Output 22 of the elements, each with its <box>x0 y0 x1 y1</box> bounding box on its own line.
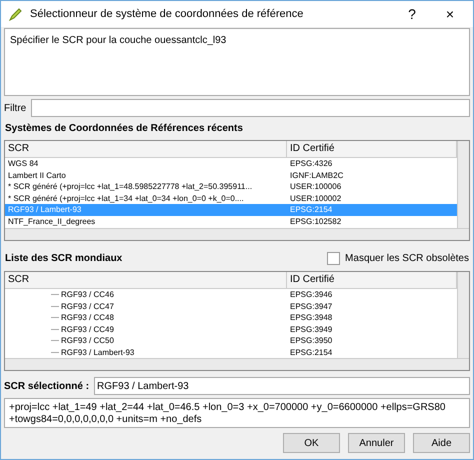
selected-crs-label: SCR sélectionné : <box>4 380 90 392</box>
help-button[interactable]: ? <box>397 6 427 22</box>
close-button[interactable]: × <box>435 6 465 22</box>
column-header[interactable]: SCR <box>5 141 287 158</box>
proj-string-text: +proj=lcc +lat_1=49 +lat_2=44 +lat_0=46.5 +lon_0=3 +x_0=700000 +y_0=6600000 +ellps=GRS80 +towgs84=0,0,0,0,0,0,0 +units=m +no_defs <box>4 398 470 428</box>
filter-label: Filtre <box>4 102 26 114</box>
description-text: Spécifier le SCR pour la couche ouessantclc_l93 <box>4 28 470 96</box>
window-title: Sélectionneur de système de coordonnées de référence <box>30 8 304 20</box>
section-title: Systèmes de Coordonnées de Références récents <box>4 122 244 136</box>
selected-crs-field[interactable]: RGF93 / Lambert-93 <box>94 377 470 395</box>
dialog-button[interactable]: Aide <box>413 433 470 453</box>
pencil-icon <box>9 8 22 20</box>
dialog-button[interactable]: Annuler <box>348 433 405 453</box>
table-row[interactable]: NTF_France_II_degrees EPSG:102582 <box>5 216 457 227</box>
column-header[interactable]: ID Certifié <box>287 272 457 289</box>
filter-field[interactable] <box>31 99 470 117</box>
section-title: Liste des SCR mondiaux <box>5 253 122 264</box>
column-header[interactable]: SCR <box>5 272 287 289</box>
checkbox[interactable] <box>327 252 340 265</box>
dialog-button[interactable]: OK <box>283 433 340 453</box>
checkbox-label: Masquer les SCR obsolètes <box>345 253 469 264</box>
column-header[interactable]: ID Certifié <box>287 141 457 158</box>
